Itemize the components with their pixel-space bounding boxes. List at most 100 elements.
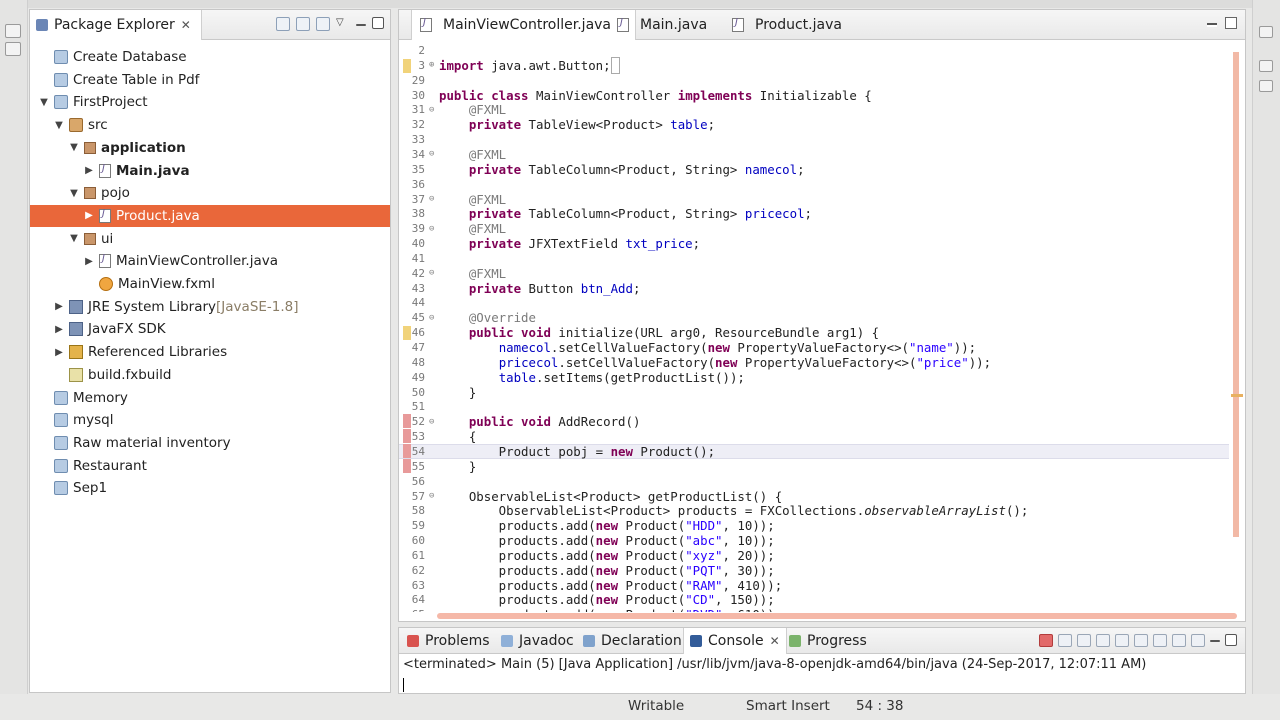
fold-toggle-icon[interactable]: ⊕: [429, 60, 439, 70]
link-with-editor-icon[interactable]: [296, 17, 310, 31]
code-line[interactable]: 32 private TableView<Product> table;: [399, 117, 1229, 132]
remove-all-icon[interactable]: [1077, 634, 1091, 647]
pin-console-icon[interactable]: [1153, 634, 1167, 647]
tree-item[interactable]: Restaurant: [30, 455, 390, 477]
git-perspective-icon[interactable]: [5, 42, 21, 56]
tab-product-java[interactable]: Product.java: [724, 10, 850, 40]
collapsed-arrow-icon[interactable]: ▶: [53, 347, 65, 358]
restore-icon[interactable]: [1259, 26, 1273, 38]
code-line[interactable]: 47 namecol.setCellValueFactory(new Prope…: [399, 340, 1229, 355]
tree-item[interactable]: ▶ JavaFX SDK: [30, 318, 390, 340]
code-line[interactable]: 58 ObservableList<Product> products = FX…: [399, 503, 1229, 518]
code-line[interactable]: 52 ⊖ public void AddRecord(): [399, 414, 1229, 429]
tree-item[interactable]: ▼ FirstProject: [30, 91, 390, 113]
code-line[interactable]: 43 private Button btn_Add;: [399, 281, 1229, 296]
collapsed-arrow-icon[interactable]: ▶: [53, 301, 65, 312]
tree-item[interactable]: build.fxbuild: [30, 364, 390, 386]
code-line[interactable]: 38 private TableColumn<Product, String> …: [399, 206, 1229, 221]
code-line[interactable]: 55 }: [399, 459, 1229, 474]
display-console-icon[interactable]: [1172, 634, 1186, 647]
code-line[interactable]: 57 ⊖ ObservableList<Product> getProductLi…: [399, 489, 1229, 504]
code-line[interactable]: 3 ⊕ import java.awt.Button;: [399, 56, 1229, 74]
tree-item[interactable]: ▶ JRE System Library [JavaSE-1.8]: [30, 296, 390, 318]
code-line[interactable]: 46 public void initialize(URL arg0, Reso…: [399, 325, 1229, 340]
code-line[interactable]: 63 products.add(new Product("RAM", 410))…: [399, 578, 1229, 593]
code-line[interactable]: 39 ⊖ @FXML: [399, 221, 1229, 236]
tree-item[interactable]: ▶ MainViewController.java: [30, 250, 390, 272]
tree-item[interactable]: Raw material inventory: [30, 432, 390, 454]
code-line[interactable]: 64 products.add(new Product("CD", 150));: [399, 592, 1229, 607]
code-line[interactable]: 51: [399, 399, 1229, 414]
overview-ruler[interactable]: [1233, 52, 1239, 537]
expanded-arrow-icon[interactable]: ▼: [68, 233, 80, 244]
tree-item[interactable]: ▼ application: [30, 137, 390, 159]
expanded-arrow-icon[interactable]: ▼: [68, 142, 80, 153]
view-menu-icon[interactable]: ▽: [336, 17, 350, 31]
tree-item[interactable]: Sep1: [30, 477, 390, 499]
collapse-all-icon[interactable]: [276, 17, 290, 31]
code-line[interactable]: 31 ⊖ @FXML: [399, 102, 1229, 117]
tree-item[interactable]: ▶ Main.java: [30, 160, 390, 182]
code-line[interactable]: 54 Product pobj = new Product();: [399, 443, 1229, 459]
code-line[interactable]: 65 products.add(new Product("DVD", 610))…: [399, 607, 1229, 612]
tab-console[interactable]: Console ✕: [683, 628, 787, 654]
error-marker[interactable]: [403, 443, 411, 458]
code-line[interactable]: 50 }: [399, 385, 1229, 400]
open-console-icon[interactable]: [1191, 634, 1205, 647]
code-line[interactable]: 45 ⊖ @Override: [399, 310, 1229, 325]
focus-icon[interactable]: [316, 17, 330, 31]
expanded-arrow-icon[interactable]: ▼: [38, 97, 50, 108]
tree-item[interactable]: mysql: [30, 409, 390, 431]
remove-launch-icon[interactable]: [1058, 634, 1072, 647]
code-line[interactable]: 48 pricecol.setCellValueFactory(new Prop…: [399, 355, 1229, 370]
tree-item[interactable]: ▼ src: [30, 114, 390, 136]
code-line[interactable]: 36: [399, 177, 1229, 192]
close-icon[interactable]: ✕: [181, 18, 191, 32]
collapsed-arrow-icon[interactable]: ▶: [83, 256, 95, 267]
horizontal-scrollbar[interactable]: [437, 613, 1237, 619]
tree-item[interactable]: ▶ Referenced Libraries: [30, 341, 390, 363]
tab-problems[interactable]: Problems: [401, 628, 496, 654]
error-marker[interactable]: [403, 414, 411, 429]
code-line[interactable]: 53 {: [399, 429, 1229, 444]
collapsed-arrow-icon[interactable]: ▶: [53, 324, 65, 335]
tab-progress[interactable]: Progress: [783, 628, 873, 654]
tree-item[interactable]: ▶ Product.java: [30, 204, 390, 227]
tree-item[interactable]: MainView.fxml: [30, 273, 390, 295]
tree-item[interactable]: Memory: [30, 387, 390, 409]
fold-toggle-icon[interactable]: ⊖: [429, 224, 439, 234]
error-marker[interactable]: [403, 458, 411, 473]
clear-console-icon[interactable]: [1096, 634, 1110, 647]
tab-package-explorer[interactable]: Package Explorer ✕: [30, 10, 202, 40]
code-line[interactable]: 2: [399, 43, 1229, 58]
outline-icon[interactable]: [1259, 60, 1273, 72]
collapsed-arrow-icon[interactable]: ▶: [83, 165, 95, 176]
code-line[interactable]: 42 ⊖ @FXML: [399, 266, 1229, 281]
minimize-icon[interactable]: [356, 24, 366, 26]
code-line[interactable]: 40 private JFXTextField txt_price;: [399, 236, 1229, 251]
warning-marker[interactable]: [403, 58, 411, 73]
code-line[interactable]: 49 table.setItems(getProductList());: [399, 370, 1229, 385]
scroll-lock-icon[interactable]: [1115, 634, 1129, 647]
tab-main-java[interactable]: Main.java: [609, 10, 715, 40]
code-line[interactable]: 29: [399, 73, 1229, 88]
close-icon[interactable]: ✕: [770, 634, 780, 648]
code-line[interactable]: 61 products.add(new Product("xyz", 20));: [399, 548, 1229, 563]
fold-toggle-icon[interactable]: ⊖: [429, 105, 439, 115]
fold-toggle-icon[interactable]: ⊖: [429, 149, 439, 159]
expanded-arrow-icon[interactable]: ▼: [68, 188, 80, 199]
code-line[interactable]: 60 products.add(new Product("abc", 10));: [399, 533, 1229, 548]
code-line[interactable]: 44: [399, 295, 1229, 310]
code-line[interactable]: 41: [399, 251, 1229, 266]
code-line[interactable]: 34 ⊖ @FXML: [399, 147, 1229, 162]
code-line[interactable]: 59 products.add(new Product("HDD", 10));: [399, 518, 1229, 533]
fold-toggle-icon[interactable]: ⊖: [429, 417, 439, 427]
expanded-arrow-icon[interactable]: ▼: [53, 120, 65, 131]
maximize-icon[interactable]: [1225, 634, 1237, 646]
tree-item[interactable]: ▼ pojo: [30, 182, 390, 204]
code-line[interactable]: 33: [399, 132, 1229, 147]
fold-toggle-icon[interactable]: ⊖: [429, 268, 439, 278]
perspective-icon[interactable]: [5, 24, 21, 38]
fold-toggle-icon[interactable]: ⊖: [429, 313, 439, 323]
tree-item[interactable]: Create Table in Pdf: [30, 69, 390, 91]
